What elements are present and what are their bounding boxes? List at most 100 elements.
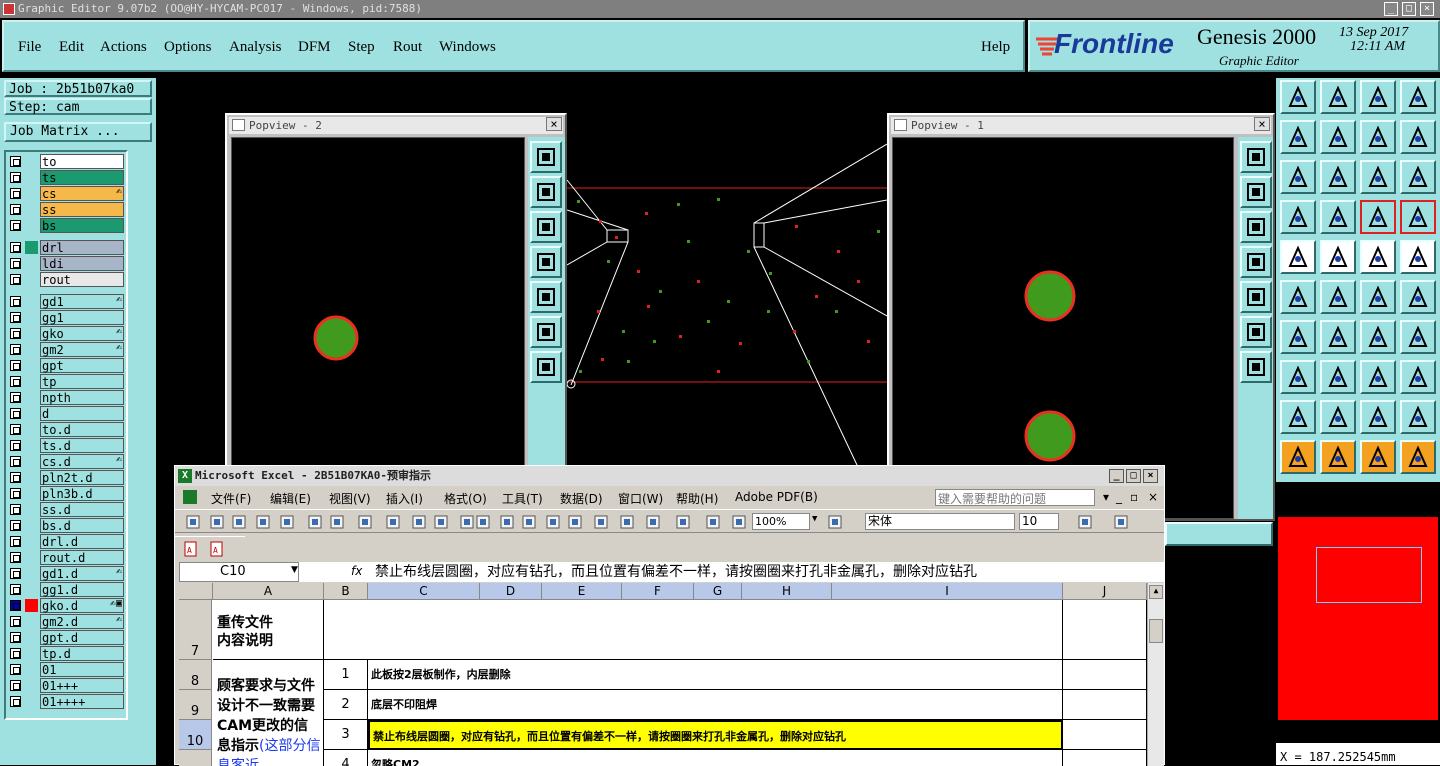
layer-row-drl-d[interactable]: drl.d	[8, 534, 124, 549]
permission-icon[interactable]	[255, 514, 271, 530]
popview-2-close-button[interactable]: ×	[546, 117, 562, 131]
drawing-icon[interactable]	[731, 514, 747, 530]
zoom-out-icon[interactable]	[530, 211, 562, 243]
row-header[interactable]: 8	[179, 660, 212, 690]
row-header[interactable]	[179, 750, 212, 766]
doc-minimize-button[interactable]: _	[1116, 490, 1122, 504]
layer-checkbox[interactable]	[10, 296, 21, 307]
layer-checkbox[interactable]	[10, 472, 21, 483]
menu-help[interactable]: Help	[981, 39, 1010, 56]
scale-icon[interactable]	[1360, 160, 1396, 194]
path-icon[interactable]	[1400, 440, 1436, 474]
column-header[interactable]: D	[480, 583, 542, 600]
cell-number[interactable]: 1	[324, 660, 368, 690]
pointer-icon[interactable]	[1360, 440, 1396, 474]
instruction-cell[interactable]: 忽略CM2	[368, 750, 1063, 766]
layer-row-drl[interactable]: drl	[8, 240, 124, 255]
column-header[interactable]: B	[324, 583, 368, 600]
popview-1-canvas[interactable]	[892, 137, 1234, 519]
popview-1-close-button[interactable]: ×	[1254, 117, 1270, 131]
triangle-icon[interactable]	[1280, 400, 1316, 434]
save-icon[interactable]	[231, 514, 247, 530]
row-header[interactable]: 10	[179, 720, 212, 750]
excel-menu-insert[interactable]: 插入(I)	[386, 490, 423, 507]
pointer-icon[interactable]	[1320, 440, 1356, 474]
window-icon[interactable]	[1400, 80, 1436, 114]
line-h-icon[interactable]	[1320, 360, 1356, 394]
cell-j[interactable]	[1063, 600, 1147, 660]
research-icon[interactable]	[385, 514, 401, 530]
column-header[interactable]: E	[542, 583, 622, 600]
pan-right-icon[interactable]	[1240, 281, 1272, 313]
layer-row-gko-d[interactable]: gko.d ✍▣	[8, 598, 124, 613]
navigator-board[interactable]	[1278, 517, 1438, 720]
house-icon[interactable]	[1360, 80, 1396, 114]
pdf-email-icon[interactable]: A	[209, 541, 225, 557]
layer-checkbox[interactable]	[10, 696, 21, 707]
cell-a8-merged[interactable]: 顾客要求与文件设计不一致需要CAM更改的信息指示(这部分信息客近	[213, 660, 324, 766]
format-painter-icon[interactable]	[499, 514, 515, 530]
vertical-scrollbar[interactable]: ▲	[1147, 583, 1164, 766]
zoom-in-icon[interactable]	[1240, 176, 1272, 208]
layer-row-gm2[interactable]: gm2 ✍	[8, 342, 124, 357]
cell-a7[interactable]: 重传文件 内容说明	[213, 600, 324, 660]
layer-row-cs-d[interactable]: cs.d ✍	[8, 454, 124, 469]
angle-icon[interactable]	[1280, 320, 1316, 354]
excel-menu-tools[interactable]: 工具(T)	[502, 490, 543, 507]
layer-row-ts[interactable]: ts	[8, 170, 124, 185]
layer-checkbox[interactable]	[10, 220, 21, 231]
column-header[interactable]	[179, 583, 213, 600]
excel-minimize-button[interactable]: _	[1109, 469, 1124, 483]
layer-row-tp-d[interactable]: tp.d	[8, 646, 124, 661]
layer-checkbox[interactable]	[10, 504, 21, 515]
copy-icon[interactable]	[433, 514, 449, 530]
cell-j[interactable]	[1063, 750, 1147, 766]
instruction-cell[interactable]: 此板按2层板制作，内层删除	[368, 660, 1063, 690]
layer-row-to[interactable]: to	[8, 154, 124, 169]
menu-dfm[interactable]: DFM	[298, 39, 331, 56]
cell-j[interactable]	[1063, 720, 1147, 750]
hyperlink-icon[interactable]	[593, 514, 609, 530]
layer-row-to-d[interactable]: to.d	[8, 422, 124, 437]
excel-menu-window[interactable]: 窗口(W)	[618, 490, 663, 507]
chevron-down-icon[interactable]: ▼	[291, 565, 298, 575]
font-select[interactable]: 宋体	[865, 513, 1015, 530]
help-icon[interactable]	[1400, 160, 1436, 194]
layer-row-tp[interactable]: tp	[8, 374, 124, 389]
layer-checkbox[interactable]	[10, 328, 21, 339]
layer-row-gd1-d[interactable]: gd1.d ✍	[8, 566, 124, 581]
layer-row-gg1[interactable]: gg1	[8, 310, 124, 325]
measure-icon[interactable]	[1280, 200, 1316, 234]
sort-asc-icon[interactable]	[645, 514, 661, 530]
pdf-convert-icon[interactable]: A	[183, 541, 199, 557]
excel-menu-help[interactable]: 帮助(H)	[676, 490, 718, 507]
excel-menu-edit[interactable]: 编辑(E)	[270, 490, 311, 507]
cross-icon[interactable]	[1320, 280, 1356, 314]
row-header[interactable]: 9	[179, 690, 212, 720]
layer-checkbox[interactable]	[10, 600, 21, 611]
connect-icon[interactable]	[1280, 280, 1316, 314]
zoom-fit-icon[interactable]	[530, 141, 562, 173]
paste-dropdown-icon[interactable]	[475, 514, 491, 530]
layer-row-ss[interactable]: ss	[8, 202, 124, 217]
chevron-down-icon[interactable]: ▼	[812, 514, 817, 524]
maximize-button[interactable]: □	[1402, 2, 1416, 16]
column-header[interactable]: H	[742, 583, 832, 600]
layer-row-ts-d[interactable]: ts.d	[8, 438, 124, 453]
layer-list-icon[interactable]	[1360, 200, 1396, 234]
excel-close-button[interactable]: ×	[1143, 469, 1158, 483]
zoom-select[interactable]: 100%	[752, 513, 810, 530]
menu-windows[interactable]: Windows	[439, 39, 496, 56]
copy-icon[interactable]	[1400, 280, 1436, 314]
doc-restore-button[interactable]: ▫	[1130, 490, 1138, 504]
layer-row-cs[interactable]: cs ✍	[8, 186, 124, 201]
layer-row-gd1[interactable]: gd1 ✍	[8, 294, 124, 309]
scroll-thumb[interactable]	[1149, 619, 1163, 643]
move-icon[interactable]	[1360, 280, 1396, 314]
cell-b7-merged[interactable]	[324, 600, 1063, 660]
pan-up-icon[interactable]	[530, 316, 562, 348]
layer-checkbox[interactable]	[10, 188, 21, 199]
zoom-in-icon[interactable]	[530, 176, 562, 208]
help-icon[interactable]	[827, 514, 843, 530]
navigator-viewport[interactable]	[1316, 547, 1422, 603]
